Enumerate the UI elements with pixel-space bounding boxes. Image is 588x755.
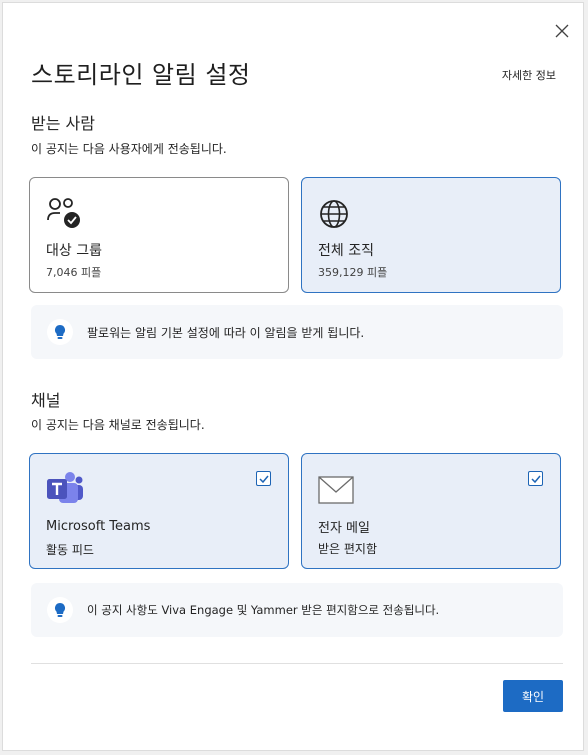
dialog-title: 스토리라인 알림 설정 <box>31 61 251 89</box>
recipients-heading: 받는 사람 <box>31 114 95 133</box>
teams-checkbox[interactable] <box>256 471 271 486</box>
channel-option-label: Microsoft Teams <box>46 519 151 534</box>
channel-option-detail: 받은 편지함 <box>318 542 378 556</box>
checkmark-icon <box>258 475 269 483</box>
channels-info-banner: 이 공지 사항도 Viva Engage 및 Yammer 받은 편지함으로 전… <box>31 583 563 637</box>
recipient-option-entire-org[interactable]: 전체 조직 359,129 피플 <box>301 177 561 293</box>
ok-button[interactable]: 확인 <box>503 680 563 712</box>
lightbulb-icon <box>47 597 73 623</box>
mail-icon <box>318 476 354 504</box>
lightbulb-icon <box>47 319 73 345</box>
learn-more-link[interactable]: 자세한 정보 <box>502 67 556 83</box>
recipient-option-target-group[interactable]: 대상 그룹 7,046 피플 <box>29 177 289 293</box>
globe-icon <box>320 200 348 228</box>
channels-info-text: 이 공지 사항도 Viva Engage 및 Yammer 받은 편지함으로 전… <box>87 603 440 617</box>
close-button[interactable] <box>548 17 576 45</box>
email-checkbox[interactable] <box>528 471 543 486</box>
recipients-info-banner: 팔로워는 알림 기본 설정에 따라 이 알림을 받게 됩니다. <box>31 305 563 359</box>
channel-option-email[interactable]: 전자 메일 받은 편지함 <box>301 453 561 569</box>
channel-option-detail: 활동 피드 <box>46 543 94 557</box>
recipients-subtitle: 이 공지는 다음 사용자에게 전송됩니다. <box>31 142 227 156</box>
channels-subtitle: 이 공지는 다음 채널로 전송됩니다. <box>31 418 205 432</box>
people-check-icon <box>47 198 80 228</box>
close-icon <box>555 24 569 38</box>
channels-heading: 채널 <box>31 391 61 410</box>
channel-option-teams[interactable]: Microsoft Teams 활동 피드 <box>29 453 289 569</box>
recipient-option-label: 대상 그룹 <box>46 243 102 259</box>
checkmark-icon <box>530 475 541 483</box>
recipients-info-text: 팔로워는 알림 기본 설정에 따라 이 알림을 받게 됩니다. <box>87 326 365 340</box>
recipient-option-count: 359,129 피플 <box>318 266 388 279</box>
footer-divider <box>31 663 563 664</box>
notification-settings-dialog: 스토리라인 알림 설정 자세한 정보 받는 사람 이 공지는 다음 사용자에게 … <box>2 2 584 751</box>
microsoft-teams-icon <box>47 472 83 503</box>
recipient-option-count: 7,046 피플 <box>46 266 102 279</box>
recipient-option-label: 전체 조직 <box>318 243 374 259</box>
channel-option-label: 전자 메일 <box>318 521 370 536</box>
